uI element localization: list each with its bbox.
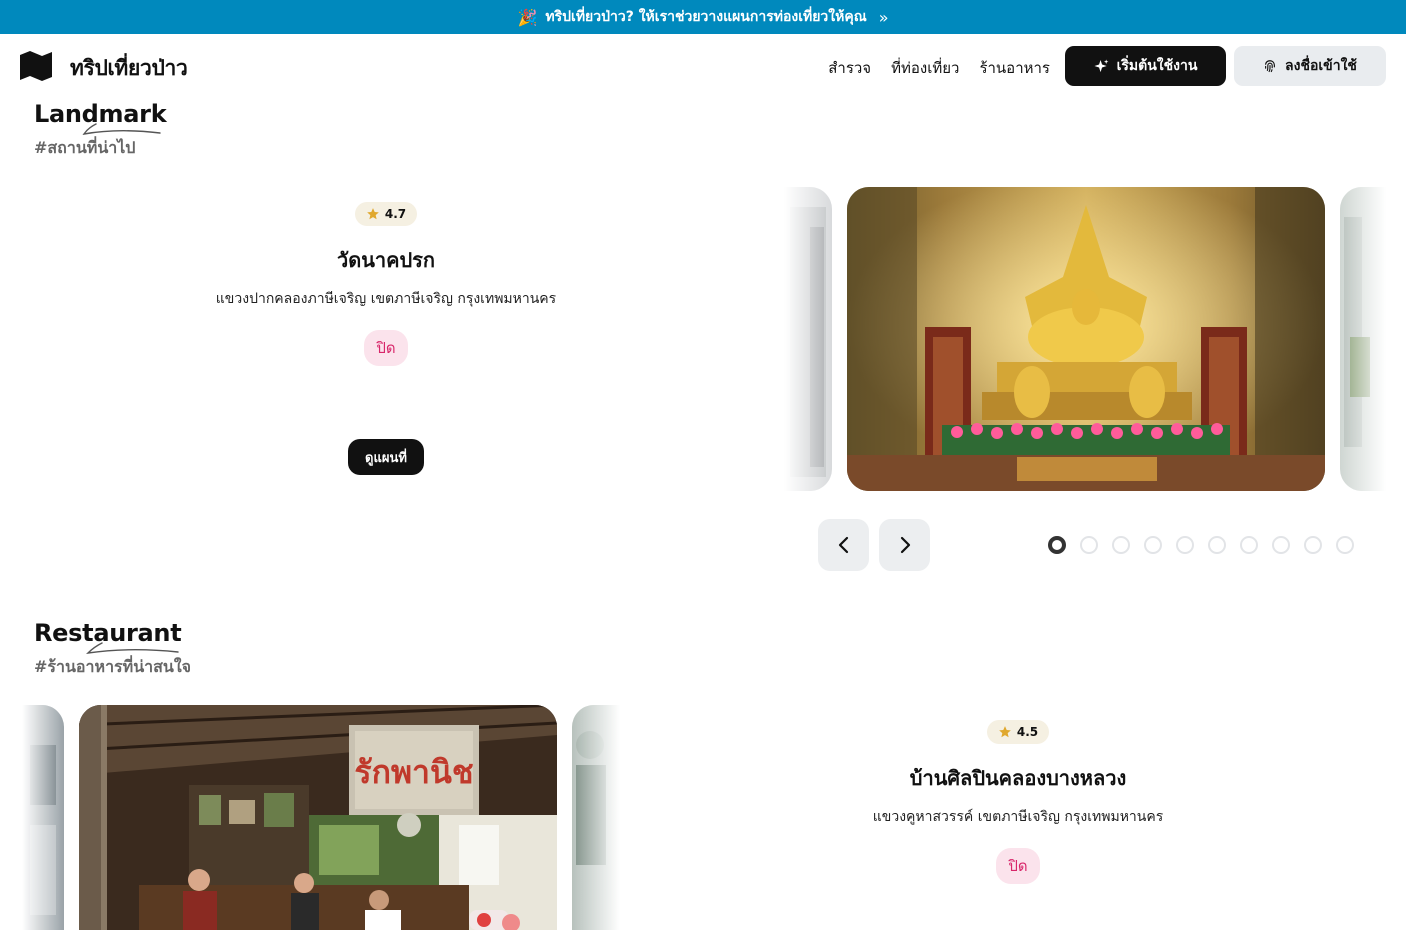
carousel-dot[interactable] xyxy=(1336,536,1354,554)
folded-map-icon[interactable] xyxy=(20,51,52,81)
restaurant-prev-slide-peek[interactable] xyxy=(22,705,64,930)
landmark-info-card: 4.7 วัดนาคปรก แขวงปากคลองภาษีเจริญ เขตภา… xyxy=(186,202,586,366)
rating-value: 4.7 xyxy=(384,207,407,221)
nav-link-attractions[interactable]: ที่ท่องเที่ยว xyxy=(891,56,959,80)
restaurant-photo[interactable]: รักพานิช xyxy=(79,705,557,930)
shop-sign-text: รักพานิช xyxy=(354,753,473,791)
rating-badge: 4.7 xyxy=(354,202,418,226)
brand-name[interactable]: ทริปเที่ยวป่าว xyxy=(70,52,188,85)
carousel-prev-button[interactable] xyxy=(818,519,869,571)
view-map-button[interactable]: ดูแผนที่ xyxy=(348,439,424,475)
status-badge: ปิด xyxy=(364,330,408,366)
chevron-right-icon xyxy=(900,536,910,554)
carousel-next-button[interactable] xyxy=(879,519,930,571)
double-chevron-right-icon: » xyxy=(878,7,889,27)
banner-text[interactable]: ทริปเที่ยวป่าว? ให้เราช่วยวางแผนการท่องเ… xyxy=(545,6,866,28)
carousel-prev-slide-peek[interactable] xyxy=(784,187,832,491)
nav-link-explore[interactable]: สำรวจ xyxy=(828,56,871,80)
chevron-left-icon xyxy=(838,536,848,554)
party-popper-icon: 🎉 xyxy=(517,7,538,27)
promo-banner[interactable]: 🎉 ทริปเที่ยวป่าว? ให้เราช่วยวางแผนการท่อ… xyxy=(0,0,1406,34)
restaurant-info-card: 4.5 บ้านศิลปินคลองบางหลวง แขวงคูหาสวรรค์… xyxy=(818,720,1218,884)
sparkle-icon xyxy=(1094,58,1109,72)
carousel-dot[interactable] xyxy=(1176,536,1194,554)
carousel-dot[interactable] xyxy=(1112,536,1130,554)
nav-link-restaurants[interactable]: ร้านอาหาร xyxy=(979,56,1050,80)
get-started-button[interactable]: เริ่มต้นใช้งาน xyxy=(1065,46,1226,86)
login-label: ลงชื่อเข้าใช้ xyxy=(1285,58,1357,74)
rating-value: 4.5 xyxy=(1016,725,1039,739)
restaurant-section-subtitle: #ร้านอาหารที่น่าสนใจ xyxy=(34,657,191,676)
carousel-dot[interactable] xyxy=(1272,536,1290,554)
carousel-dot[interactable] xyxy=(1240,536,1258,554)
carousel-pagination xyxy=(1048,536,1354,554)
nav-links: สำรวจ ที่ท่องเที่ยว ร้านอาหาร xyxy=(828,56,1050,80)
star-icon xyxy=(367,208,379,220)
fingerprint-icon xyxy=(1265,60,1275,73)
carousel-dot[interactable] xyxy=(1304,536,1322,554)
navbar: ทริปเที่ยวป่าว สำรวจ ที่ท่องเที่ยว ร้านอ… xyxy=(0,34,1406,98)
landmark-section-subtitle: #สถานที่น่าไป xyxy=(34,138,136,157)
rating-badge: 4.5 xyxy=(986,720,1050,744)
carousel-dot[interactable] xyxy=(1048,536,1066,554)
carousel-next-slide-peek[interactable] xyxy=(1340,187,1386,491)
carousel-dot[interactable] xyxy=(1080,536,1098,554)
star-icon xyxy=(999,726,1011,738)
carousel-dot[interactable] xyxy=(1144,536,1162,554)
landmark-photo[interactable] xyxy=(847,187,1325,491)
status-badge: ปิด xyxy=(996,848,1040,884)
place-name: บ้านศิลปินคลองบางหลวง xyxy=(909,766,1127,790)
place-address: แขวงคูหาสวรรค์ เขตภาษีเจริญ กรุงเทพมหานค… xyxy=(872,809,1164,825)
get-started-label: เริ่มต้นใช้งาน xyxy=(1116,58,1198,74)
place-address: แขวงปากคลองภาษีเจริญ เขตภาษีเจริญ กรุงเท… xyxy=(215,291,557,307)
carousel-dot[interactable] xyxy=(1208,536,1226,554)
place-name: วัดนาคปรก xyxy=(336,248,436,272)
login-button[interactable]: ลงชื่อเข้าใช้ xyxy=(1234,46,1386,86)
restaurant-next-slide-peek[interactable] xyxy=(572,705,620,930)
